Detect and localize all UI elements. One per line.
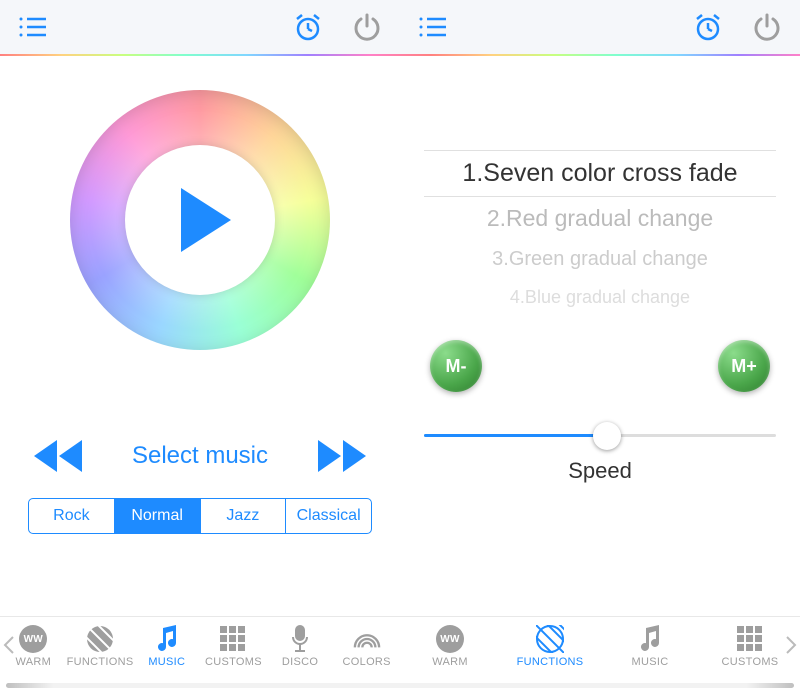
m-minus-button[interactable]: M- xyxy=(430,340,482,392)
m-plus-button[interactable]: M+ xyxy=(718,340,770,392)
chevron-left-icon[interactable] xyxy=(2,635,16,655)
power-icon[interactable] xyxy=(352,11,382,43)
play-button[interactable] xyxy=(125,145,275,295)
alarm-icon[interactable] xyxy=(692,11,724,43)
select-music-label[interactable]: Select music xyxy=(132,442,268,470)
eq-rock[interactable]: Rock xyxy=(29,499,115,533)
list-icon[interactable] xyxy=(418,15,448,39)
power-icon[interactable] xyxy=(752,11,782,43)
tab-label: WARM xyxy=(16,656,52,668)
next-track-button[interactable] xyxy=(318,440,368,472)
tab-functions[interactable]: FUNCTIONS xyxy=(500,617,600,692)
tab-colors[interactable]: COLORS xyxy=(333,617,400,692)
tab-warm[interactable]: WWWARM xyxy=(400,617,500,692)
eq-normal[interactable]: Normal xyxy=(115,499,201,533)
prev-track-button[interactable] xyxy=(32,440,82,472)
tab-label: FUNCTIONS xyxy=(67,656,134,668)
tab-music[interactable]: MUSIC xyxy=(134,617,201,692)
cd-disc xyxy=(70,90,330,350)
effect-item[interactable]: 4.Blue gradual change xyxy=(424,279,776,310)
tab-music[interactable]: MUSIC xyxy=(600,617,700,692)
eq-classical[interactable]: Classical xyxy=(286,499,371,533)
tabbar: WWWARM FUNCTIONS MUSIC CUSTOMS DISCO COLORS W… xyxy=(0,616,800,692)
tab-label: WARM xyxy=(432,656,468,668)
tab-functions[interactable]: FUNCTIONS xyxy=(67,617,134,692)
tab-customs[interactable]: CUSTOMS xyxy=(200,617,267,692)
play-icon xyxy=(181,188,231,252)
tab-label: CUSTOMS xyxy=(205,656,262,668)
tab-label: MUSIC xyxy=(632,656,669,668)
music-pane: Select music RockNormalJazzClassical xyxy=(0,56,400,616)
tab-label: DISCO xyxy=(282,656,318,668)
speed-slider[interactable] xyxy=(424,416,776,456)
eq-jazz[interactable]: Jazz xyxy=(201,499,287,533)
alarm-icon[interactable] xyxy=(292,11,324,43)
eq-segment: RockNormalJazzClassical xyxy=(28,498,372,534)
tab-label: MUSIC xyxy=(148,656,185,668)
list-icon[interactable] xyxy=(18,15,48,39)
effect-item[interactable]: 2.Red gradual change xyxy=(424,197,776,240)
effect-item[interactable]: 1.Seven color cross fade xyxy=(424,150,776,197)
header xyxy=(0,0,800,54)
tab-label: CUSTOMS xyxy=(722,656,779,668)
tab-label: FUNCTIONS xyxy=(517,656,584,668)
effects-picker[interactable]: 1.Seven color cross fade2.Red gradual ch… xyxy=(420,150,780,310)
tab-label: COLORS xyxy=(343,656,391,668)
chevron-right-icon[interactable] xyxy=(784,635,798,655)
tab-disco[interactable]: DISCO xyxy=(267,617,334,692)
speed-label: Speed xyxy=(420,458,780,484)
effect-item[interactable]: 3.Green gradual change xyxy=(424,240,776,279)
functions-pane: 1.Seven color cross fade2.Red gradual ch… xyxy=(400,56,800,616)
